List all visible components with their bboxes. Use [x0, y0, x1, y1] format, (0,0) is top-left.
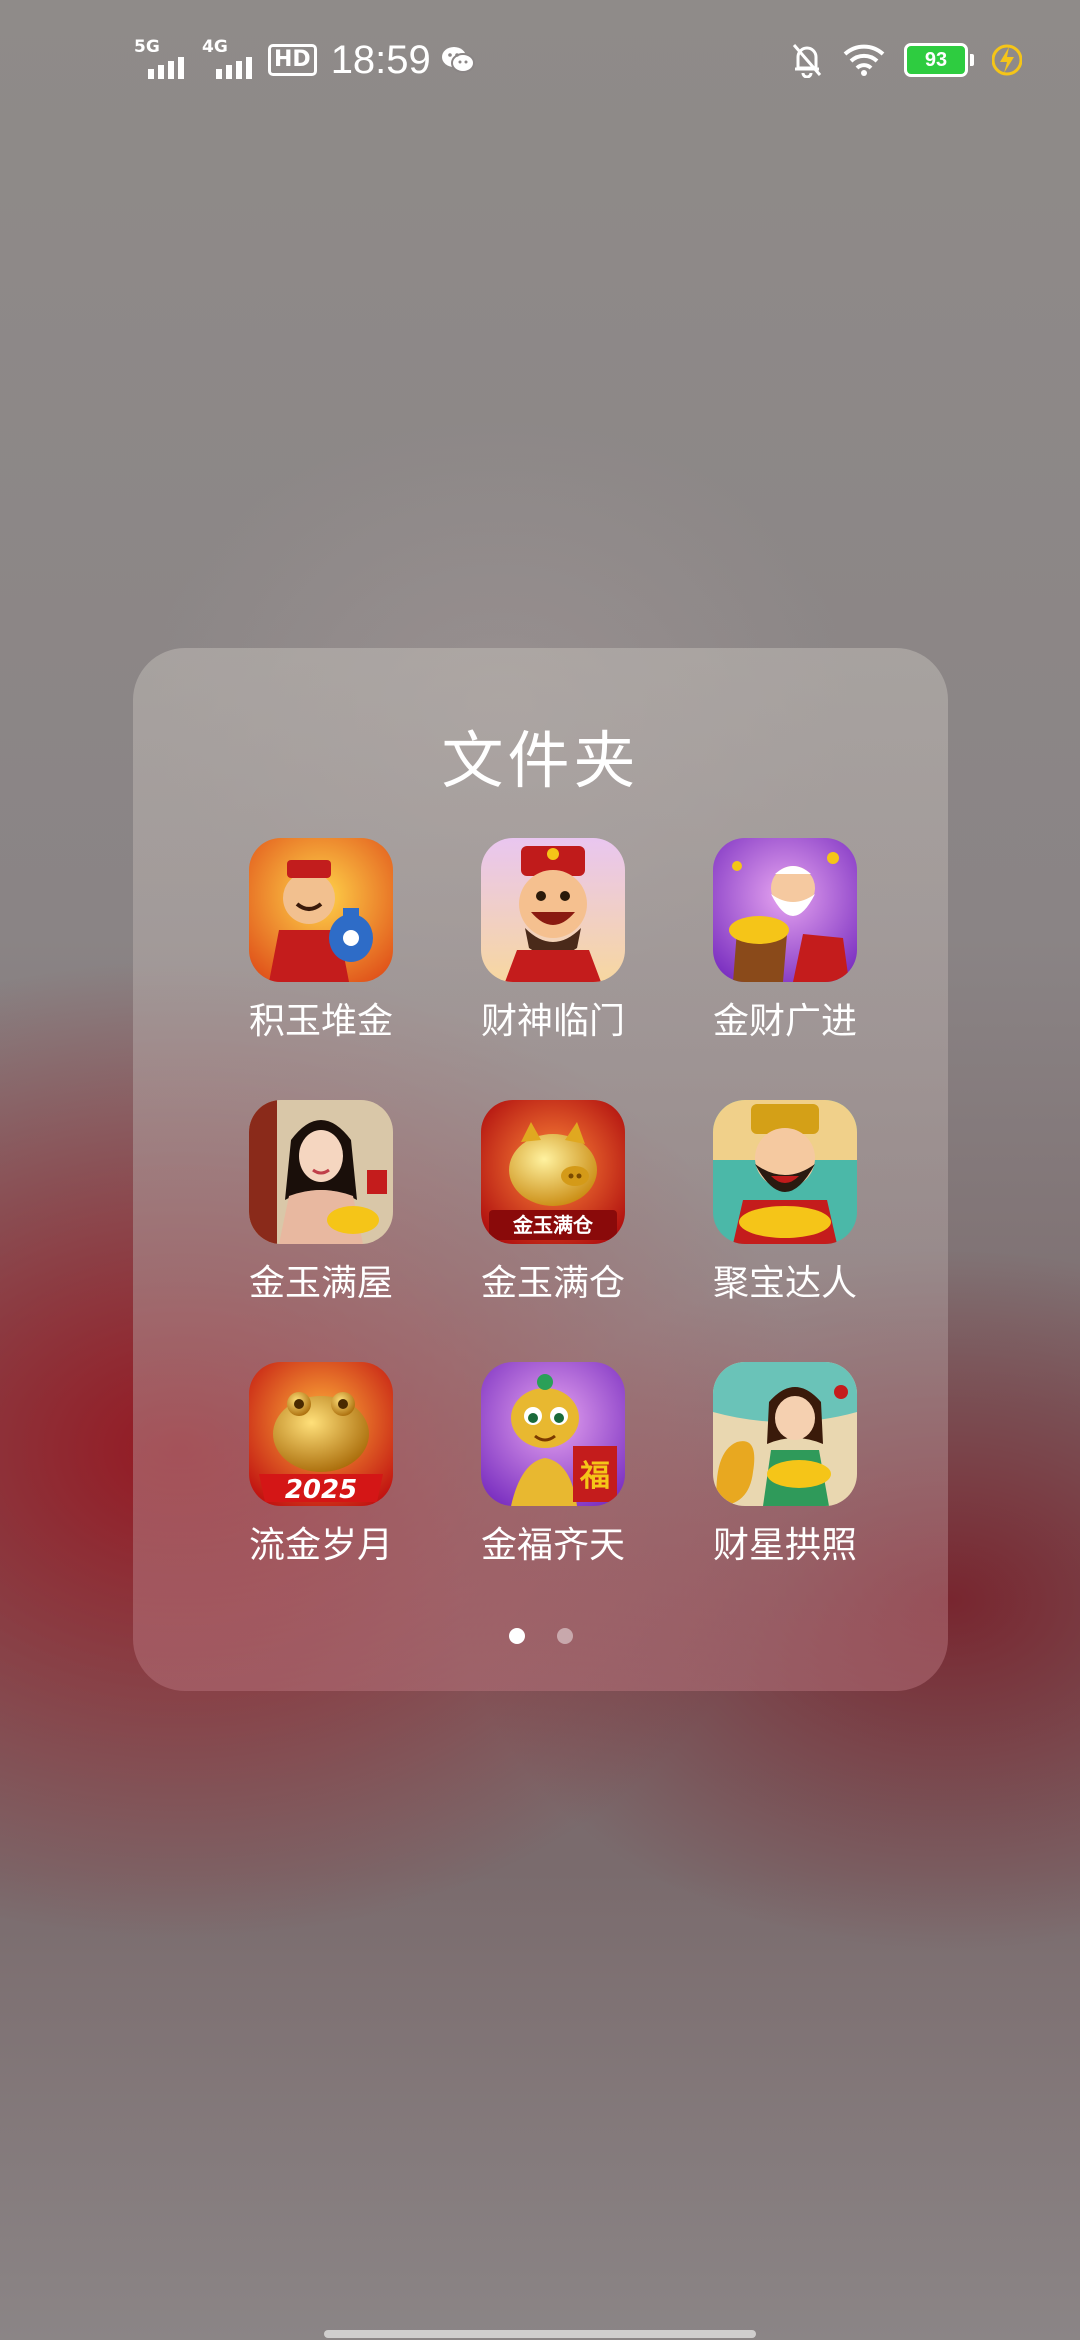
svg-text:2025: 2025: [285, 1475, 357, 1505]
golden-snake-icon[interactable]: 福: [481, 1362, 625, 1506]
home-indicator[interactable]: [324, 2330, 756, 2338]
app-folder: 文件夹 积玉堆金 财神临门 金财广进 金玉满屋 金玉满仓 金玉满仓 聚宝达人 2…: [133, 648, 948, 1691]
app-label: 财星拱照: [712, 1525, 857, 1566]
mute-bell-icon: [792, 44, 822, 78]
app-jiyu-duijin[interactable]: 积玉堆金: [227, 838, 407, 1048]
page-dot-1[interactable]: [508, 1628, 525, 1644]
page-indicator[interactable]: [133, 1628, 948, 1644]
sim1-signal-icon: 5G: [132, 37, 190, 83]
app-jinyu-mancang[interactable]: 金玉满仓 金玉满仓: [459, 1100, 639, 1310]
app-label: 金财广进: [712, 1001, 857, 1042]
page-dot-2[interactable]: [556, 1628, 573, 1644]
app-jubao-daren[interactable]: 聚宝达人: [691, 1100, 871, 1310]
app-caixing-gongzhao[interactable]: 财星拱照: [691, 1362, 871, 1572]
app-jincai-guangjin[interactable]: 金财广进: [691, 838, 871, 1048]
clock: 18:59: [330, 37, 431, 82]
app-jinfu-qitian[interactable]: 福 金福齐天: [459, 1362, 639, 1572]
bearded-god-gold-icon[interactable]: [713, 1100, 857, 1244]
app-label: 流金岁月: [248, 1525, 393, 1566]
app-jinyu-manwu[interactable]: 金玉满屋: [227, 1100, 407, 1310]
app-label: 聚宝达人: [712, 1263, 857, 1304]
app-liujin-suiyue[interactable]: 2025 流金岁月: [227, 1362, 407, 1572]
app-label: 财神临门: [480, 1001, 625, 1042]
app-label: 金玉满屋: [248, 1263, 393, 1304]
app-label: 金福齐天: [480, 1525, 625, 1566]
sim1-label: 5G: [134, 37, 160, 57]
app-caishen-linmen[interactable]: 财神临门: [459, 838, 639, 1048]
app-label: 金玉满仓: [480, 1263, 625, 1304]
folder-title[interactable]: 文件夹: [133, 710, 948, 800]
old-man-treasure-icon[interactable]: [713, 838, 857, 982]
sim2-signal-icon: 4G: [200, 37, 258, 83]
lady-gold-icon[interactable]: [249, 1100, 393, 1244]
golden-pig-icon[interactable]: 金玉满仓: [481, 1100, 625, 1244]
status-right: 93: [790, 36, 1022, 84]
wechat-icon: [441, 47, 475, 73]
girl-gold-snake-icon[interactable]: [713, 1362, 857, 1506]
svg-text:金玉满仓: 金玉满仓: [512, 1213, 594, 1237]
golden-toad-icon[interactable]: 2025: [249, 1362, 393, 1506]
status-left: 5G 4G HD 18:59: [132, 32, 475, 88]
sim2-label: 4G: [202, 37, 228, 57]
wifi-icon: [843, 44, 885, 76]
status-bar: 5G 4G HD 18:59 93: [0, 0, 1080, 120]
battery-icon: 93: [904, 43, 974, 77]
svg-text:福: 福: [579, 1459, 610, 1494]
hd-voice-icon: HD: [268, 44, 317, 76]
battery-level: 93: [904, 43, 968, 77]
god-of-wealth-vase-icon[interactable]: [249, 838, 393, 982]
god-of-wealth-smile-icon[interactable]: [481, 838, 625, 982]
charging-icon: [992, 44, 1022, 76]
app-label: 积玉堆金: [248, 1001, 393, 1042]
